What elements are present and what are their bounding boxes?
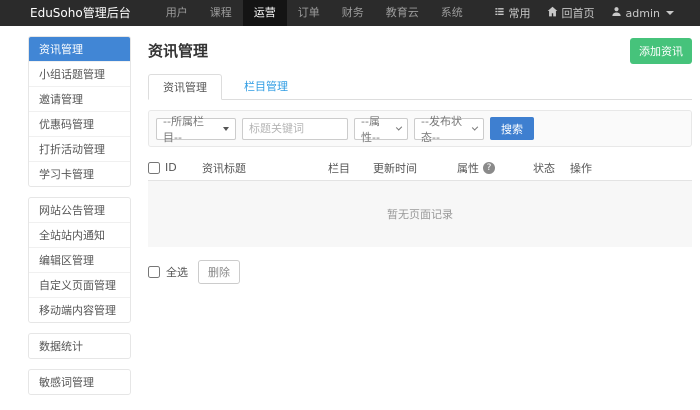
sidebar-group-sensitive-words: 敏感词管理 [28, 369, 131, 395]
sidebar-item-editor-blocks[interactable]: 编辑区管理 [29, 247, 130, 272]
select-all-bottom-checkbox[interactable] [148, 266, 160, 278]
nav-item-system[interactable]: 系统 [430, 0, 474, 26]
shortcuts-menu[interactable]: 常用 [494, 5, 531, 21]
list-icon [494, 6, 505, 20]
column-actions: 操作 [570, 160, 692, 176]
navbar-right: 常用 回首页 admin [494, 0, 700, 26]
attribute-select[interactable]: --属性-- [354, 118, 408, 140]
username-label: admin [626, 7, 660, 20]
chevron-down-icon [472, 124, 478, 130]
keyword-input[interactable] [242, 118, 348, 140]
chevron-down-icon [666, 11, 674, 15]
sidebar-item-learning-cards[interactable]: 学习卡管理 [29, 161, 130, 186]
chevron-down-icon [396, 124, 402, 130]
column-category: 栏目 [328, 160, 373, 176]
nav-item-edu-cloud[interactable]: 教育云 [375, 0, 430, 26]
user-icon [611, 6, 622, 20]
nav-item-finance[interactable]: 财务 [331, 0, 375, 26]
tab-news-management[interactable]: 资讯管理 [148, 74, 222, 100]
column-id-label: ID [165, 161, 177, 174]
sidebar-item-sensitive-words[interactable]: 敏感词管理 [29, 370, 130, 394]
category-select[interactable]: --所属栏目-- [156, 118, 236, 140]
caret-down-icon [223, 127, 229, 131]
sidebar-item-site-notifications[interactable]: 全站站内通知 [29, 222, 130, 247]
sidebar: 资讯管理 小组话题管理 邀请管理 优惠码管理 打折活动管理 学习卡管理 网站公告… [28, 36, 131, 405]
nav-item-orders[interactable]: 订单 [287, 0, 331, 26]
list-footer: 全选 删除 [148, 260, 692, 284]
select-all-checkbox[interactable] [148, 162, 160, 174]
add-news-button[interactable]: 添加资讯 [630, 38, 692, 64]
main-content: 资讯管理 添加资讯 资讯管理 栏目管理 --所属栏目-- --属性-- --发布… [148, 32, 692, 284]
sidebar-item-coupon-codes[interactable]: 优惠码管理 [29, 111, 130, 136]
delete-button[interactable]: 删除 [198, 260, 240, 284]
category-select-value: --所属栏目-- [163, 113, 217, 145]
sidebar-item-custom-pages[interactable]: 自定义页面管理 [29, 272, 130, 297]
status-select[interactable]: --发布状态-- [414, 118, 484, 140]
sidebar-item-discount-activities[interactable]: 打折活动管理 [29, 136, 130, 161]
sidebar-group-operations: 资讯管理 小组话题管理 邀请管理 优惠码管理 打折活动管理 学习卡管理 [28, 36, 131, 187]
column-attribute: 属性 ? [457, 160, 533, 176]
sidebar-item-invitations[interactable]: 邀请管理 [29, 86, 130, 111]
sidebar-item-data-statistics[interactable]: 数据统计 [29, 334, 130, 358]
sidebar-group-content: 网站公告管理 全站站内通知 编辑区管理 自定义页面管理 移动端内容管理 [28, 197, 131, 323]
sidebar-item-group-topics[interactable]: 小组话题管理 [29, 61, 130, 86]
main-nav: 用户 课程 运营 订单 财务 教育云 系统 [155, 0, 474, 26]
shortcuts-label: 常用 [509, 5, 531, 21]
column-news-title: 资讯标题 [202, 160, 328, 176]
sidebar-item-news-management[interactable]: 资讯管理 [29, 37, 130, 61]
back-to-home-link[interactable]: 回首页 [547, 5, 595, 21]
empty-state-text: 暂无页面记录 [387, 206, 453, 222]
column-status: 状态 [533, 160, 570, 176]
search-button[interactable]: 搜索 [490, 117, 534, 140]
top-navbar: EduSoho管理后台 用户 课程 运营 订单 财务 教育云 系统 常用 回首页… [0, 0, 700, 26]
nav-item-users[interactable]: 用户 [155, 0, 199, 26]
table-header: ID 资讯标题 栏目 更新时间 属性 ? 状态 操作 [148, 155, 692, 181]
page-title: 资讯管理 [148, 32, 692, 61]
sidebar-item-site-announcements[interactable]: 网站公告管理 [29, 198, 130, 222]
sidebar-group-statistics: 数据统计 [28, 333, 131, 359]
empty-state: 暂无页面记录 [148, 181, 692, 247]
column-id: ID [148, 161, 202, 174]
select-all-label: 全选 [166, 264, 188, 280]
admin-page: EduSoho管理后台 用户 课程 运营 订单 财务 教育云 系统 常用 回首页… [0, 0, 700, 410]
nav-item-operations[interactable]: 运营 [243, 0, 287, 26]
filter-bar: --所属栏目-- --属性-- --发布状态-- 搜索 [148, 110, 692, 147]
home-icon [547, 6, 558, 20]
attribute-select-value: --属性-- [361, 113, 391, 145]
column-attribute-label: 属性 [457, 160, 479, 176]
tab-bar: 资讯管理 栏目管理 [148, 74, 692, 100]
status-select-value: --发布状态-- [421, 113, 467, 145]
main-header: 资讯管理 添加资讯 [148, 32, 692, 66]
nav-item-courses[interactable]: 课程 [199, 0, 243, 26]
help-icon[interactable]: ? [483, 162, 495, 174]
tab-category-management[interactable]: 栏目管理 [230, 74, 302, 99]
column-updated-time: 更新时间 [373, 160, 457, 176]
home-label: 回首页 [562, 5, 595, 21]
app-brand: EduSoho管理后台 [0, 0, 155, 26]
sidebar-item-mobile-content[interactable]: 移动端内容管理 [29, 297, 130, 322]
user-menu[interactable]: admin [611, 6, 674, 20]
